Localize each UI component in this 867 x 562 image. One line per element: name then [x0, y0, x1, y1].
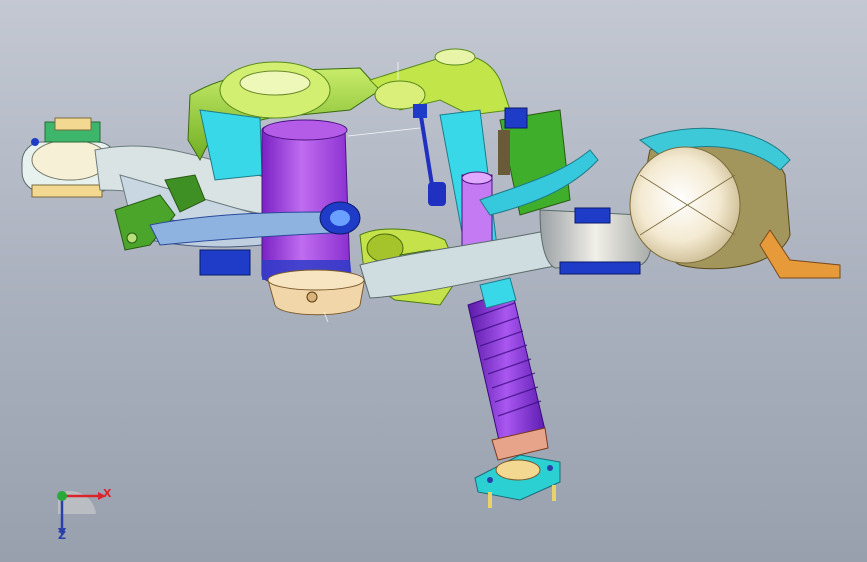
damper-lower-mount[interactable] — [474, 427, 561, 508]
damper-boot[interactable] — [467, 277, 546, 446]
cad-viewport[interactable]: X Z — [0, 0, 867, 562]
upper-link-arm[interactable] — [369, 48, 511, 116]
suspension-model[interactable] — [0, 0, 867, 562]
accumulator-tank[interactable] — [629, 127, 841, 279]
y-axis-dot — [57, 491, 67, 501]
z-axis-label: Z — [58, 529, 66, 542]
x-axis-label: X — [103, 487, 112, 500]
right-hose-assembly[interactable] — [479, 107, 599, 216]
